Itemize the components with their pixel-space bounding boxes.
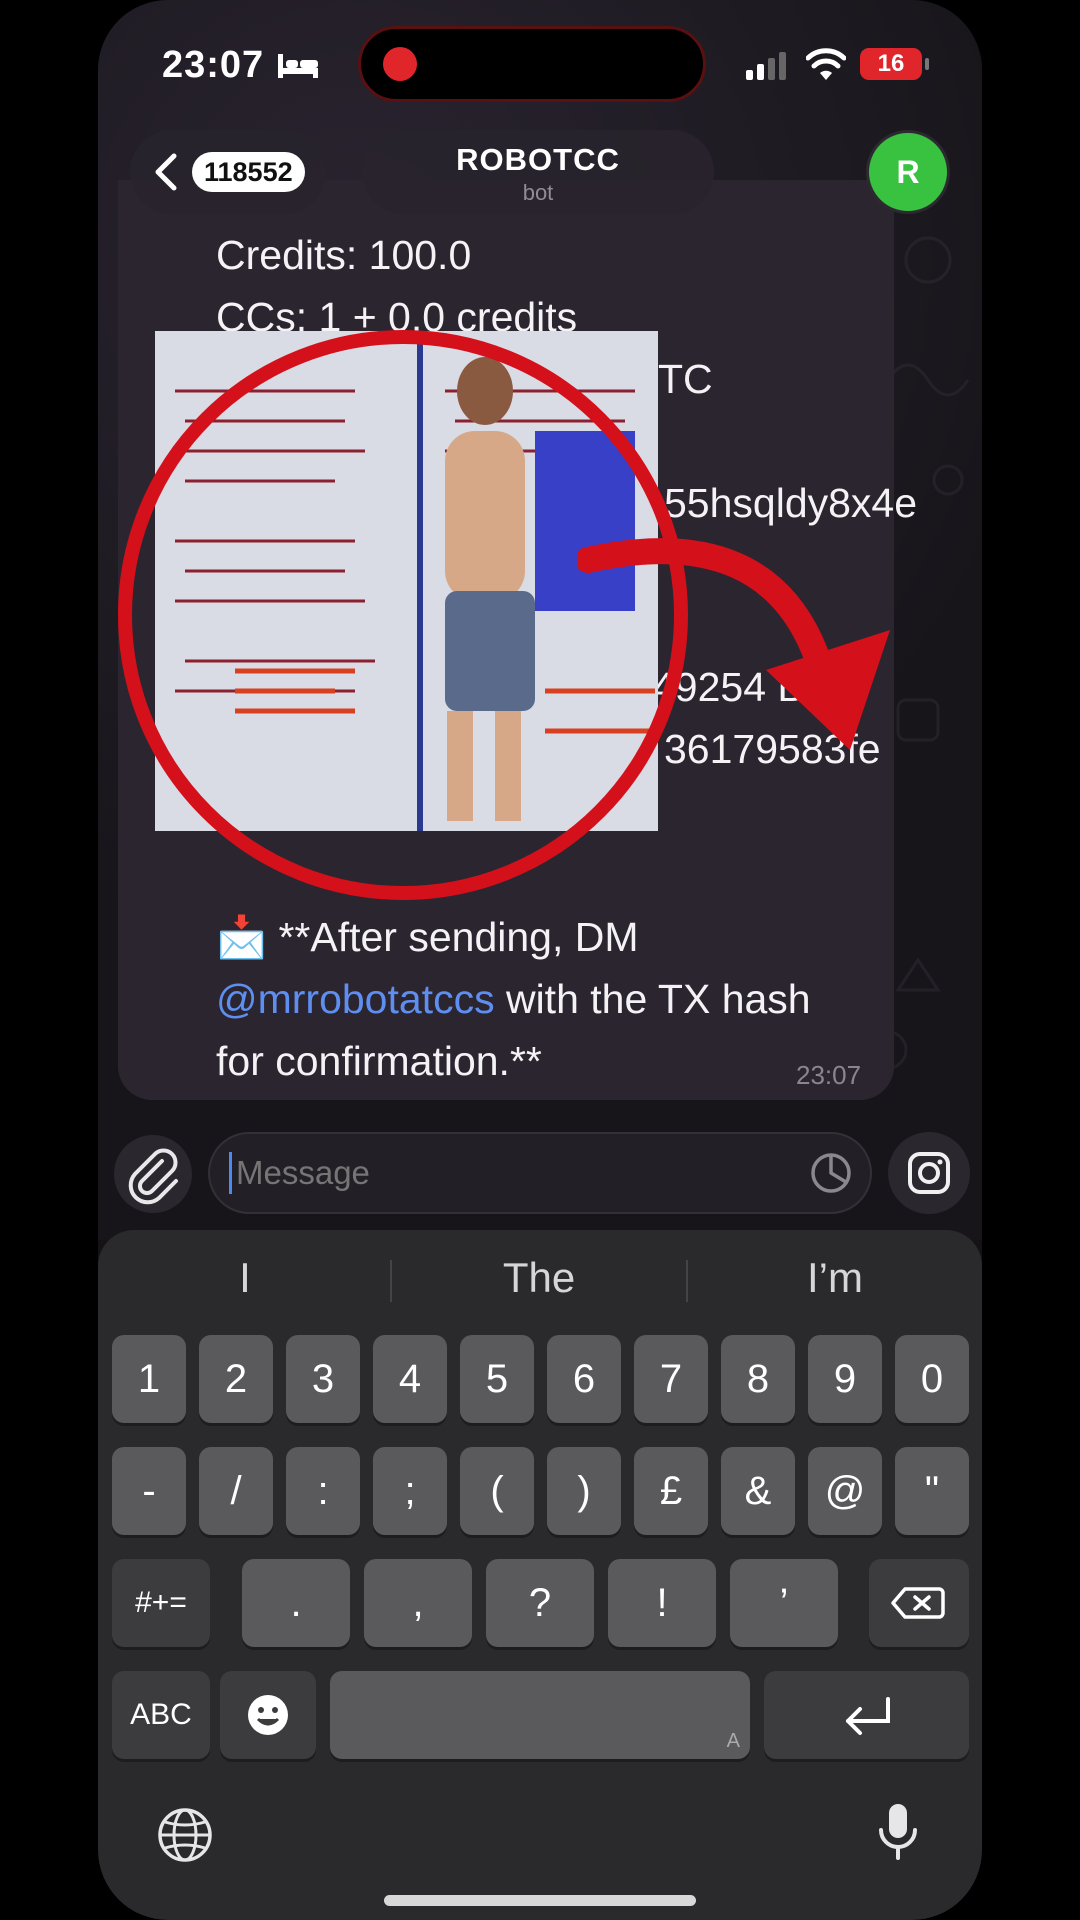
key[interactable]: £ xyxy=(634,1447,708,1535)
space-key[interactable]: A xyxy=(330,1671,750,1759)
message-note-line: 📩 **After sending, DM xyxy=(216,914,639,962)
symbols-key[interactable]: #+= xyxy=(112,1559,210,1647)
suggestion-item[interactable]: I’m xyxy=(688,1248,982,1308)
recording-indicator-icon xyxy=(383,47,417,81)
microphone-icon[interactable] xyxy=(874,1800,922,1864)
suggestion-item[interactable]: The xyxy=(392,1248,686,1308)
camera-icon xyxy=(908,1152,950,1194)
key[interactable]: 9 xyxy=(808,1335,882,1423)
space-key-mark: A xyxy=(726,1730,740,1752)
key[interactable]: ’ xyxy=(730,1559,838,1647)
key[interactable]: " xyxy=(895,1447,969,1535)
battery-indicator: 16 xyxy=(860,48,929,80)
key[interactable]: ; xyxy=(373,1447,447,1535)
sleep-mode-icon xyxy=(278,54,318,78)
text-cursor xyxy=(229,1152,232,1194)
backspace-icon xyxy=(891,1587,945,1619)
attach-button[interactable] xyxy=(114,1135,192,1213)
key[interactable]: 1 xyxy=(112,1335,186,1423)
return-icon xyxy=(846,1697,890,1735)
chat-title-button[interactable]: ROBOTCC bot xyxy=(362,130,714,214)
status-time: 23:07 xyxy=(162,44,265,86)
key[interactable]: 2 xyxy=(199,1335,273,1423)
note-text: with the TX hash xyxy=(494,976,811,1022)
chat-title: ROBOTCC xyxy=(456,142,620,177)
chat-subtitle: bot xyxy=(522,180,554,205)
cellular-signal-icon xyxy=(746,52,786,80)
dynamic-island xyxy=(358,26,706,102)
message-note-line: for confirmation.** xyxy=(216,1038,542,1084)
back-button[interactable]: 118552 xyxy=(130,130,326,214)
globe-icon[interactable] xyxy=(156,1806,214,1864)
key[interactable]: @ xyxy=(808,1447,882,1535)
key[interactable]: 4 xyxy=(373,1335,447,1423)
backspace-key[interactable] xyxy=(869,1559,969,1647)
chevron-left-icon xyxy=(155,153,177,191)
key[interactable]: , xyxy=(364,1559,472,1647)
message-line: TC xyxy=(658,356,713,402)
emoji-icon xyxy=(248,1695,288,1735)
key[interactable]: / xyxy=(199,1447,273,1535)
message-line: Credits: 100.0 xyxy=(216,232,472,278)
return-key[interactable] xyxy=(764,1671,969,1759)
red-arrow-icon xyxy=(578,538,890,750)
key[interactable]: . xyxy=(242,1559,350,1647)
unread-count-badge: 118552 xyxy=(192,152,305,192)
video-message-button[interactable] xyxy=(888,1132,970,1214)
message-timestamp: 23:07 xyxy=(796,1060,862,1090)
key[interactable]: - xyxy=(112,1447,186,1535)
key[interactable]: 0 xyxy=(895,1335,969,1423)
key[interactable]: 3 xyxy=(286,1335,360,1423)
key[interactable]: 7 xyxy=(634,1335,708,1423)
envelope-icon: 📩 xyxy=(216,914,268,960)
message-input[interactable] xyxy=(208,1132,872,1214)
key[interactable]: 8 xyxy=(721,1335,795,1423)
key[interactable]: : xyxy=(286,1447,360,1535)
sticker-icon[interactable] xyxy=(810,1152,852,1194)
mention-link[interactable]: @mrrobotatccs xyxy=(216,976,495,1022)
screen: 23:07 16 Credits: 100.0 CCs: 1 + 0.0 cre… xyxy=(0,0,1080,1920)
key[interactable]: ? xyxy=(486,1559,594,1647)
message-line: 55hsqldy8x4e xyxy=(664,480,918,526)
message-note-line: @mrrobotatccs with the TX hash xyxy=(216,976,811,1023)
status-bar: 23:07 16 xyxy=(98,0,982,130)
key[interactable]: ) xyxy=(547,1447,621,1535)
phone-screen: 23:07 16 Credits: 100.0 CCs: 1 + 0.0 cre… xyxy=(98,0,982,1920)
key[interactable]: & xyxy=(721,1447,795,1535)
home-indicator xyxy=(384,1895,696,1906)
key[interactable]: 5 xyxy=(460,1335,534,1423)
key[interactable]: ( xyxy=(460,1447,534,1535)
paperclip-icon xyxy=(128,1148,178,1205)
key[interactable]: ! xyxy=(608,1559,716,1647)
suggestion-item[interactable]: I xyxy=(98,1248,392,1308)
bot-avatar[interactable]: R xyxy=(866,130,950,214)
keyboard: I The I’m 1 2 3 4 5 6 7 8 9 0 - / : ; ( … xyxy=(98,1230,982,1920)
note-text: **After sending, DM xyxy=(278,914,639,960)
wifi-icon xyxy=(806,48,846,80)
abc-key[interactable]: ABC xyxy=(112,1671,210,1759)
key[interactable]: 6 xyxy=(547,1335,621,1423)
emoji-key[interactable] xyxy=(220,1671,316,1759)
